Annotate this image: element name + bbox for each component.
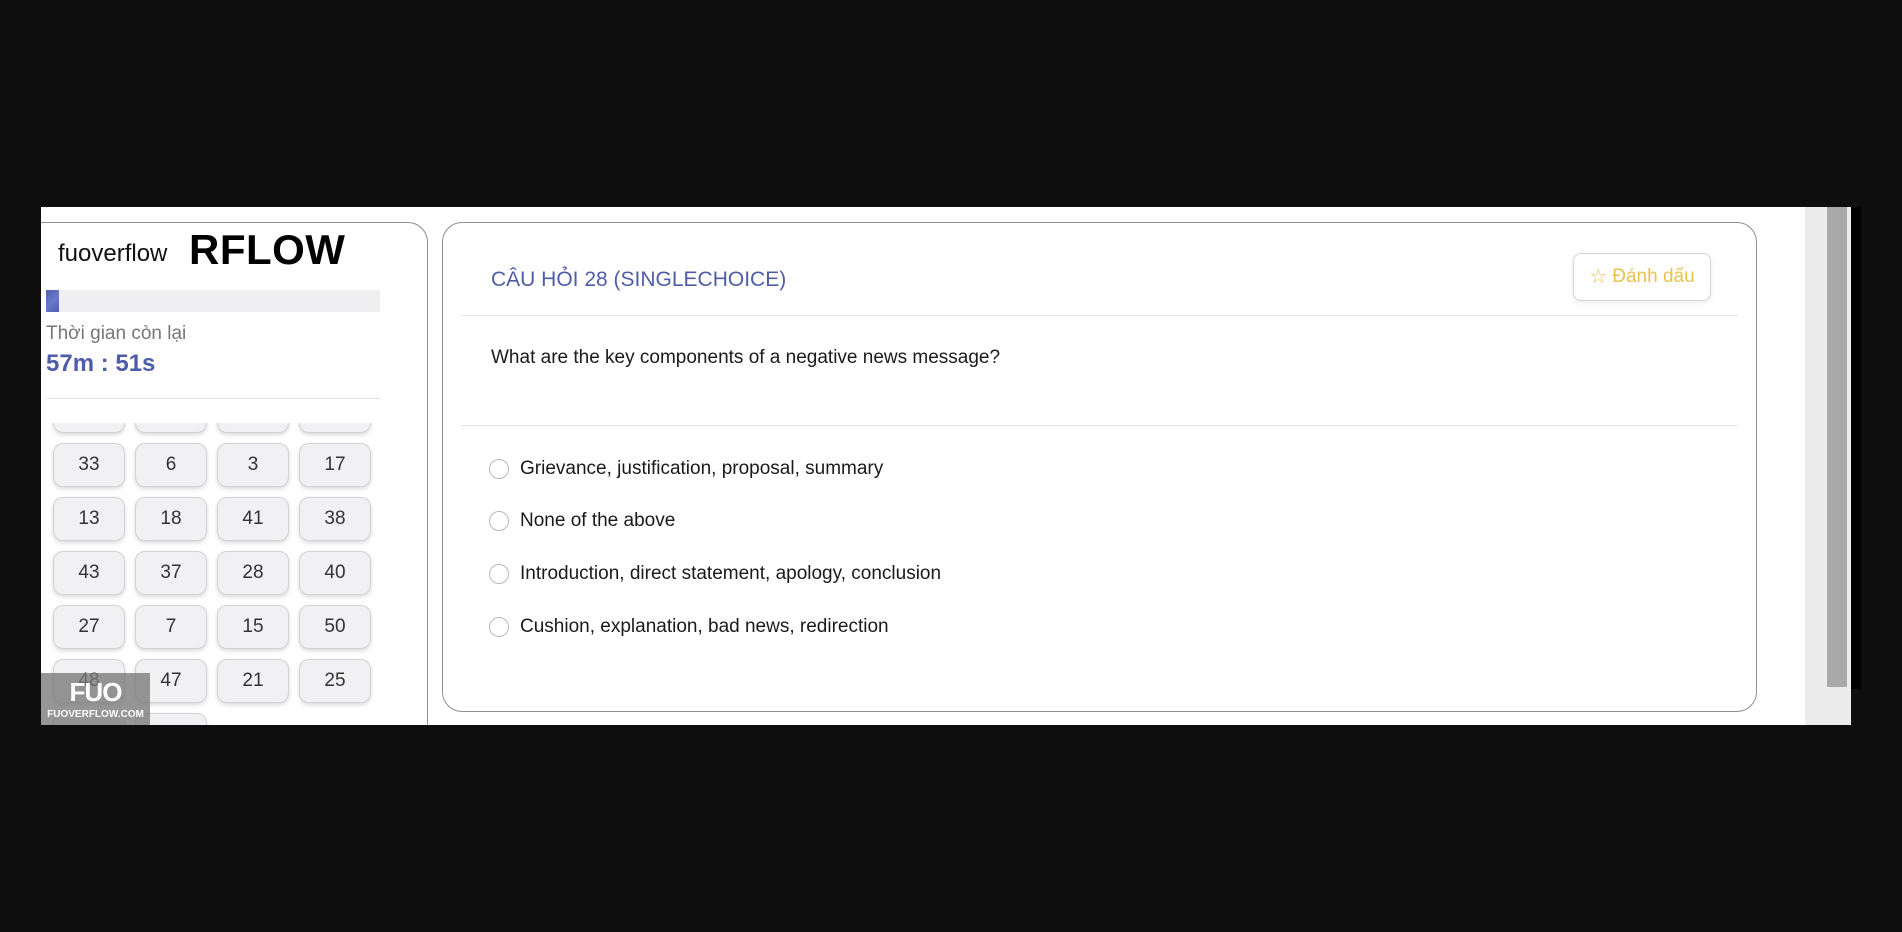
fuo-watermark: FUO FUOVERFLOW.COM — [41, 673, 150, 725]
radio-button[interactable] — [489, 459, 509, 479]
question-number-button[interactable]: 40 — [299, 551, 371, 595]
question-number-button[interactable]: 6 — [135, 443, 207, 487]
question-number-button[interactable] — [53, 423, 125, 433]
answer-option-label: Grievance, justification, proposal, summ… — [520, 458, 884, 479]
question-number-button[interactable]: 25 — [299, 659, 371, 703]
question-title: CÂU HỎI 28 (SINGLECHOICE) — [491, 268, 787, 291]
question-number-button[interactable]: 33 — [53, 443, 125, 487]
watermark-text: FUOVERFLOW.COM — [47, 708, 144, 720]
question-number-button[interactable]: 21 — [217, 659, 289, 703]
question-number-button[interactable]: 38 — [299, 497, 371, 541]
answer-option[interactable]: Grievance, justification, proposal, summ… — [489, 458, 883, 480]
watermark-logo: FUO — [69, 676, 123, 707]
question-number-button[interactable]: 13 — [53, 497, 125, 541]
question-number-button[interactable]: 43 — [53, 551, 125, 595]
timer-label: Thời gian còn lại — [46, 323, 187, 344]
question-number-button[interactable]: 28 — [217, 551, 289, 595]
progress-bar — [46, 290, 380, 312]
header-divider — [461, 315, 1738, 316]
question-number-button[interactable]: 15 — [217, 605, 289, 649]
question-number-button[interactable]: 50 — [299, 605, 371, 649]
star-outline-icon: ☆ — [1589, 266, 1608, 288]
radio-button[interactable] — [489, 564, 509, 584]
question-text: What are the key components of a negativ… — [491, 347, 1001, 368]
answer-option-label: Introduction, direct statement, apology,… — [520, 563, 942, 584]
sidebar-divider — [46, 398, 380, 399]
question-divider — [461, 425, 1738, 426]
question-number-button[interactable]: 7 — [135, 605, 207, 649]
answer-option[interactable]: Introduction, direct statement, apology,… — [489, 563, 941, 585]
question-number-button[interactable]: 37 — [135, 551, 207, 595]
question-number-button[interactable]: 3 — [217, 443, 289, 487]
question-number-button[interactable]: 27 — [53, 605, 125, 649]
question-number-button[interactable] — [135, 423, 207, 433]
question-number-button[interactable]: 41 — [217, 497, 289, 541]
brand-logo-text: RFLOW — [181, 226, 354, 274]
mark-button-label: Đánh dấu — [1612, 266, 1695, 287]
answer-option-label: None of the above — [520, 510, 676, 531]
quiz-app: fuoverflow RFLOW Thời gian còn lại 57m :… — [41, 207, 1851, 725]
question-card: CÂU HỎI 28 (SINGLECHOICE) ☆ Đánh dấu Wha… — [442, 222, 1757, 712]
brand-name: fuoverflow — [58, 240, 168, 267]
radio-button[interactable] — [489, 511, 509, 531]
answer-option[interactable]: Cushion, explanation, bad news, redirect… — [489, 616, 889, 638]
question-number-button[interactable] — [217, 423, 289, 433]
answer-option[interactable]: None of the above — [489, 510, 675, 532]
progress-bar-fill — [46, 290, 60, 312]
page-scrollbar-thumb[interactable] — [1827, 207, 1847, 687]
radio-button[interactable] — [489, 617, 509, 637]
sidebar: fuoverflow RFLOW Thời gian còn lại 57m :… — [41, 222, 428, 725]
window-edge — [1851, 207, 1861, 689]
question-number-button[interactable]: 17 — [299, 443, 371, 487]
question-number-button[interactable] — [299, 423, 371, 433]
question-number-button[interactable]: 18 — [135, 497, 207, 541]
answer-option-label: Cushion, explanation, bad news, redirect… — [520, 616, 889, 637]
mark-question-button[interactable]: ☆ Đánh dấu — [1573, 253, 1711, 301]
timer-value: 57m : 51s — [46, 350, 156, 377]
